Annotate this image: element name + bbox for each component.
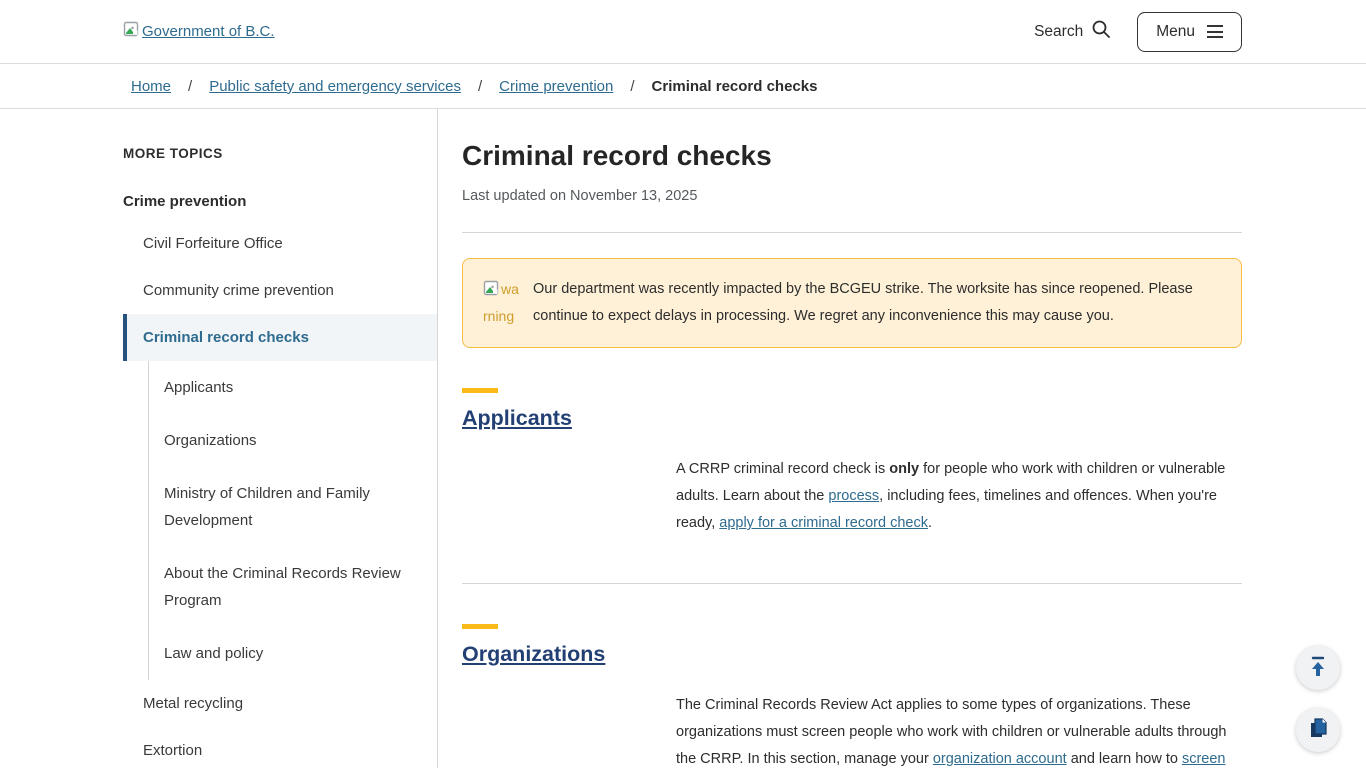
text-run: . — [928, 515, 932, 531]
back-to-top-button[interactable] — [1296, 646, 1340, 690]
logo-alt-text: Government of B.C. — [142, 23, 275, 40]
sidebar-sub-list: Applicants Organizations Ministry of Chi… — [148, 361, 437, 680]
apply-criminal-record-check-link[interactable]: apply for a criminal record check — [719, 515, 928, 531]
sidebar-group-crime-prevention[interactable]: Crime prevention — [123, 193, 437, 220]
search-icon — [1091, 19, 1111, 44]
breadcrumb-separator: / — [630, 78, 634, 95]
breadcrumb-separator: / — [478, 78, 482, 95]
bold-text: only — [889, 461, 919, 477]
breadcrumb-link-home[interactable]: Home — [131, 78, 171, 95]
section-applicants: Applicants A CRRP criminal record check … — [462, 388, 1242, 584]
breadcrumb-separator: / — [188, 78, 192, 95]
text-run: A CRRP criminal record check is — [676, 461, 889, 477]
gold-accent-bar — [462, 388, 498, 393]
warning-alert-banner: warning Our department was recently impa… — [462, 258, 1242, 348]
process-link[interactable]: process — [828, 488, 879, 504]
sidebar-item-extortion[interactable]: Extortion — [123, 727, 437, 768]
text-run: and learn how to — [1067, 751, 1182, 767]
menu-button[interactable]: Menu — [1137, 12, 1242, 52]
divider — [462, 583, 1242, 584]
page-title: Criminal record checks — [462, 139, 1242, 172]
sidebar-item-mcfd[interactable]: Ministry of Children and Family Developm… — [149, 467, 414, 547]
government-bc-logo-link[interactable]: Government of B.C. — [123, 21, 275, 42]
sidebar-item-civil-forfeiture-office[interactable]: Civil Forfeiture Office — [123, 220, 437, 267]
breadcrumb-current: Criminal record checks — [652, 78, 818, 95]
warning-broken-image: warning — [483, 276, 523, 330]
last-updated-text: Last updated on November 13, 2025 — [462, 188, 1242, 204]
arrow-up-to-line-icon — [1307, 655, 1329, 682]
organization-account-link[interactable]: organization account — [933, 751, 1067, 767]
section-organizations: Organizations The Criminal Records Revie… — [462, 624, 1242, 768]
sidebar-item-criminal-record-checks-active[interactable]: Criminal record checks — [123, 314, 437, 361]
sidebar-item-metal-recycling[interactable]: Metal recycling — [123, 680, 437, 727]
breadcrumb-link-crime-prevention[interactable]: Crime prevention — [499, 78, 613, 95]
site-header: Government of B.C. Search Menu — [0, 0, 1366, 64]
search-button[interactable]: Search — [1034, 19, 1111, 44]
sidebar-heading: MORE TOPICS — [123, 146, 437, 161]
search-label: Search — [1034, 23, 1083, 41]
gold-accent-bar — [462, 624, 498, 629]
applicants-paragraph: A CRRP criminal record check is only for… — [676, 456, 1242, 537]
applicants-heading-link[interactable]: Applicants — [462, 406, 572, 430]
page: Government of B.C. Search Menu H — [0, 0, 1366, 768]
left-navigation: MORE TOPICS Crime prevention Civil Forfe… — [123, 109, 438, 768]
divider — [462, 232, 1242, 233]
sidebar-item-organizations[interactable]: Organizations — [149, 414, 414, 467]
main-content: Criminal record checks Last updated on N… — [438, 109, 1242, 768]
breadcrumb: Home / Public safety and emergency servi… — [0, 64, 1366, 109]
breadcrumb-link-public-safety[interactable]: Public safety and emergency services — [209, 78, 461, 95]
sidebar-item-community-crime-prevention[interactable]: Community crime prevention — [123, 267, 437, 314]
copy-pages-icon — [1307, 717, 1329, 744]
hamburger-icon — [1207, 25, 1223, 38]
sidebar-item-applicants[interactable]: Applicants — [149, 361, 414, 414]
organizations-paragraph: The Criminal Records Review Act applies … — [676, 692, 1242, 768]
copy-page-button[interactable] — [1296, 708, 1340, 752]
header-actions: Search Menu — [1034, 12, 1242, 52]
broken-image-icon — [123, 21, 140, 42]
organizations-heading-link[interactable]: Organizations — [462, 642, 605, 666]
sidebar-item-law-and-policy[interactable]: Law and policy — [149, 627, 414, 680]
alert-message: Our department was recently impacted by … — [533, 276, 1221, 330]
menu-label: Menu — [1156, 23, 1195, 41]
sidebar-item-about-crrp[interactable]: About the Criminal Records Review Progra… — [149, 547, 414, 627]
